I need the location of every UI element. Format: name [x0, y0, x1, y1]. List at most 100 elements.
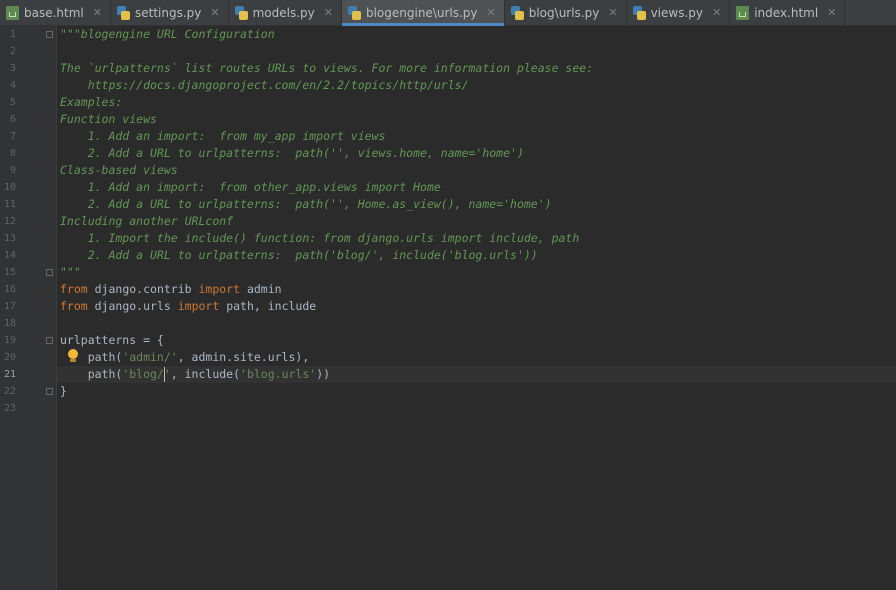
code-line: path('blog/', include('blog.urls')) [60, 366, 330, 383]
tab-label: blog\urls.py [528, 5, 600, 20]
line-number: 19 [3, 335, 16, 346]
fold-marker-icon[interactable] [46, 31, 53, 38]
line-number: 14 [3, 250, 16, 261]
code-line: urlpatterns = { [60, 332, 164, 349]
line-number: 12 [3, 216, 16, 227]
code-token: Function views [60, 112, 157, 126]
line-number: 6 [9, 114, 16, 125]
tab-label: settings.py [134, 5, 202, 20]
code-token: 1. Add an import: from other_app.views i… [60, 180, 441, 194]
fold-marker-icon[interactable] [46, 269, 53, 276]
tab-label: index.html [754, 5, 819, 20]
code-token: """blogengine URL Configuration [60, 27, 275, 41]
code-token: django.urls [87, 299, 178, 313]
close-icon[interactable]: ✕ [827, 6, 836, 19]
code-token: 1. Import the include() function: from d… [60, 231, 580, 245]
code-token: , admin.site.urls), [177, 350, 310, 364]
code-token: )) [316, 367, 331, 381]
code-token: urlpatterns = { [60, 333, 164, 347]
tab-base-html[interactable]: base.html ✕ [0, 0, 111, 25]
code-token: from [60, 299, 88, 313]
code-line: 2. Add a URL to urlpatterns: path('', vi… [60, 145, 524, 162]
code-token: 2. Add a URL to urlpatterns: path('', vi… [60, 146, 524, 160]
line-number: 21 [3, 369, 16, 380]
line-number: 8 [9, 148, 16, 159]
line-number: 17 [3, 301, 16, 312]
code-line: from django.contrib import admin [60, 281, 282, 298]
code-token: 2. Add a URL to urlpatterns: path('', Ho… [60, 197, 552, 211]
code-line: 1. Import the include() function: from d… [60, 230, 580, 247]
code-line: 1. Add an import: from my_app import vie… [60, 128, 386, 145]
line-number: 7 [9, 131, 16, 142]
code-token: """ [60, 265, 81, 279]
close-icon[interactable]: ✕ [210, 6, 219, 19]
code-token: import [198, 282, 241, 296]
tab-label: models.py [252, 5, 315, 20]
python-file-icon [510, 5, 524, 20]
code-token: The `urlpatterns` list routes URLs to vi… [60, 61, 594, 75]
line-number: 22 [3, 386, 16, 397]
code-token: import [177, 299, 220, 313]
html-file-icon [6, 5, 19, 20]
code-token: Class-based views [60, 163, 178, 177]
line-number: 23 [3, 403, 16, 414]
line-number: 10 [3, 182, 16, 193]
tab-blog-urls-py[interactable]: blog\urls.py ✕ [505, 0, 627, 25]
line-number: 2 [9, 46, 16, 57]
line-number: 1 [9, 29, 16, 40]
close-icon[interactable]: ✕ [324, 6, 333, 19]
line-number: 18 [3, 318, 16, 329]
python-file-icon [234, 5, 248, 20]
line-number: 9 [9, 165, 16, 176]
code-line: Examples: [60, 94, 122, 111]
fold-marker-icon[interactable] [46, 388, 53, 395]
tab-views-py[interactable]: views.py ✕ [627, 0, 731, 25]
line-number: 13 [3, 233, 16, 244]
tab-label: base.html [24, 5, 84, 20]
code-token: Examples: [60, 95, 123, 109]
code-line: from django.urls import path, include [60, 298, 316, 315]
code-token: } [60, 384, 67, 398]
tab-label: blogengine\urls.py [365, 5, 478, 20]
tab-models-py[interactable]: models.py ✕ [229, 0, 342, 25]
code-editor[interactable]: 1 2 3 4 5 6 7 8 9 10 11 12 13 14 15 16 17 18 19 20 21 22 23 ""… [0, 26, 896, 590]
code-line: 2. Add a URL to urlpatterns: path('blog/… [60, 247, 538, 264]
code-token: 1. Add an import: from my_app import vie… [60, 129, 386, 143]
tab-index-html[interactable]: index.html ✕ [730, 0, 846, 25]
text-caret [164, 367, 165, 382]
tab-settings-py[interactable]: settings.py ✕ [111, 0, 229, 25]
close-icon[interactable]: ✕ [487, 6, 496, 19]
python-file-icon [116, 5, 130, 20]
code-line: """blogengine URL Configuration [60, 26, 275, 43]
code-token: https://docs.djangoproject.com/en/2.2/to… [60, 78, 469, 92]
code-line: The `urlpatterns` list routes URLs to vi… [60, 60, 593, 77]
code-line: https://docs.djangoproject.com/en/2.2/to… [60, 77, 469, 94]
line-number: 15 [3, 267, 16, 278]
line-number: 16 [3, 284, 16, 295]
tab-blogengine-urls-py[interactable]: blogengine\urls.py ✕ [341, 0, 505, 26]
code-token: Including another URLconf [60, 214, 234, 228]
fold-marker-icon[interactable] [46, 337, 53, 344]
code-token: path, include [219, 299, 317, 313]
code-token: path( [60, 367, 123, 381]
close-icon[interactable]: ✕ [93, 6, 102, 19]
close-icon[interactable]: ✕ [712, 6, 721, 19]
code-token: from [60, 282, 88, 296]
code-line: Function views [60, 111, 157, 128]
code-line: } [60, 383, 67, 400]
editor-tab-bar: base.html ✕ settings.py ✕ models.py ✕ blogengi… [0, 0, 896, 26]
line-number: 11 [3, 199, 16, 210]
intention-lightbulb-icon[interactable] [67, 349, 78, 363]
code-line: 2. Add a URL to urlpatterns: path('', Ho… [60, 196, 552, 213]
line-number: 3 [9, 63, 16, 74]
code-line: 1. Add an import: from other_app.views i… [60, 179, 441, 196]
tab-label: views.py [650, 5, 703, 20]
code-token: 2. Add a URL to urlpatterns: path('blog/… [60, 248, 538, 262]
line-number-gutter: 1 2 3 4 5 6 7 8 9 10 11 12 13 14 15 16 17 18 19 20 21 22 23 [0, 26, 57, 590]
code-token: , include( [170, 367, 241, 381]
code-line: Class-based views [60, 162, 178, 179]
code-token: django.contrib [87, 282, 199, 296]
python-file-icon [347, 5, 361, 20]
line-number: 5 [9, 97, 16, 108]
close-icon[interactable]: ✕ [608, 6, 617, 19]
